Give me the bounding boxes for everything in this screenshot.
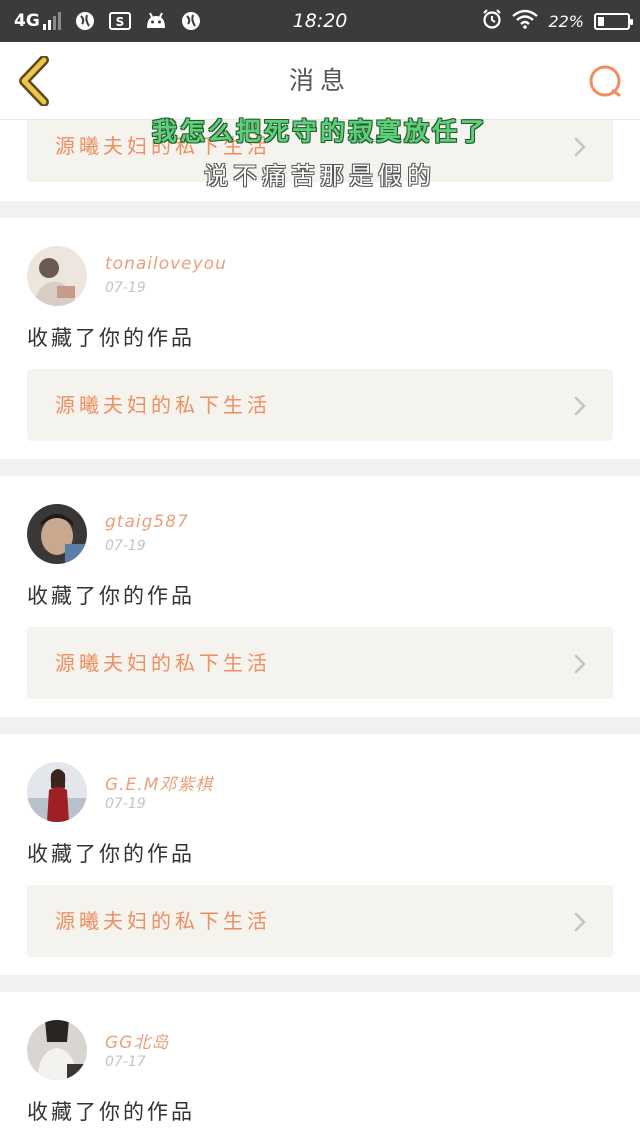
page-title: 消息 [288,66,351,95]
battery-icon [594,12,633,30]
nav-bar: 消息 [0,42,640,120]
avatar[interactable] [27,762,87,822]
action-text: 收藏了你的作品 [27,842,195,866]
work-title: 源曦夫妇的私下生活 [55,393,271,417]
action-text: 收藏了你的作品 [27,1100,195,1124]
battery-percent: 22% [548,11,584,31]
message-card[interactable]: GG北岛 07-17 收藏了你的作品 [0,992,640,1138]
username[interactable]: G.E.M邓紫棋 [105,770,213,795]
message-card[interactable]: tonailoveyou 07-19 收藏了你的作品 源曦夫妇的私下生活 [0,218,640,459]
work-link[interactable]: 源曦夫妇的私下生活 [27,627,613,699]
message-date: 07-19 [105,796,146,812]
username[interactable]: gtaig587 [105,512,189,532]
action-text: 收藏了你的作品 [27,326,195,350]
action-text: 收藏了你的作品 [27,584,195,608]
alarm-icon [482,9,502,33]
message-date: 07-19 [105,538,146,554]
status-bar: 4G S 18:20 22% [0,0,640,42]
username[interactable]: GG北岛 [105,1028,169,1053]
wifi-icon [512,9,539,33]
work-link[interactable]: 源曦夫妇的私下生活 [27,885,613,957]
message-date: 07-19 [105,280,146,296]
chevron-right-icon [574,912,586,932]
caption-line-1: 我怎么把死守的寂寞放任了 [151,117,488,146]
work-title: 源曦夫妇的私下生活 [55,651,271,675]
avatar[interactable] [27,504,87,564]
work-title: 源曦夫妇的私下生活 [55,909,271,933]
search-button[interactable] [586,62,626,102]
username[interactable]: tonailoveyou [105,254,227,274]
caption-line-2: 说不痛苦那是假的 [204,162,436,190]
chevron-right-icon [574,654,586,674]
status-right: 22% [482,0,633,42]
search-icon [589,65,621,97]
avatar[interactable] [27,1020,87,1080]
message-card[interactable]: G.E.M邓紫棋 07-19 收藏了你的作品 源曦夫妇的私下生活 [0,734,640,975]
message-date: 07-17 [105,1054,146,1070]
message-feed[interactable]: 源曦夫妇的私下生活 tonailoveyou 07-19 收藏了你的作品 源曦夫… [0,120,640,1138]
avatar[interactable] [27,246,87,306]
chevron-right-icon [574,396,586,416]
message-card[interactable]: gtaig587 07-19 收藏了你的作品 源曦夫妇的私下生活 [0,476,640,717]
work-link[interactable]: 源曦夫妇的私下生活 [27,369,613,441]
